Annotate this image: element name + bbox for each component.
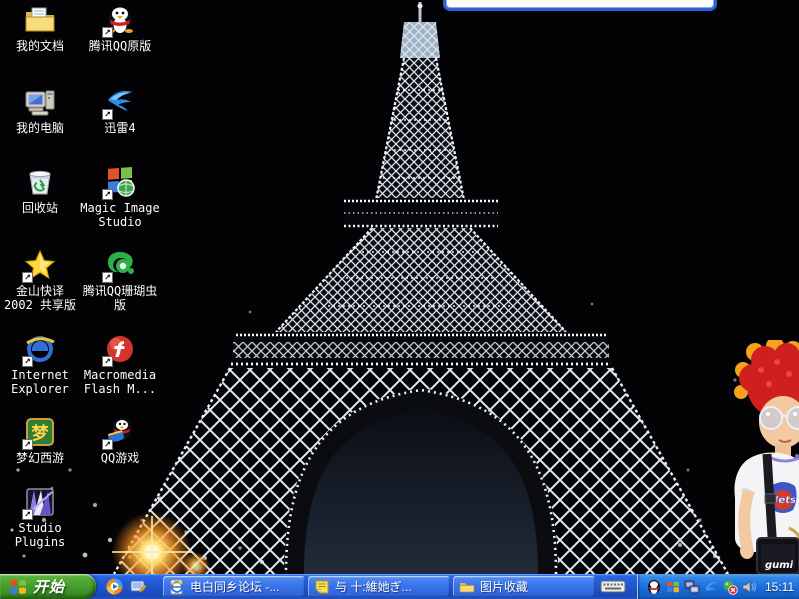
- avatar-hand: [740, 543, 754, 559]
- shortcut-arrow-badge: ↗: [102, 189, 113, 200]
- desktop-icon-qq-coral[interactable]: ↗ 腾讯QQ珊瑚虫 版: [68, 249, 172, 313]
- shortcut-arrow-badge: ↗: [102, 439, 113, 450]
- tray-windows-messenger-icon[interactable]: [665, 579, 681, 595]
- taskbar: 开始: [0, 574, 799, 599]
- shortcut-arrow-badge: ↗: [22, 439, 33, 450]
- tray-qq-icon[interactable]: [646, 579, 662, 595]
- tray-coral-alert-icon[interactable]: [722, 579, 738, 595]
- shortcut-arrow-badge: ↗: [22, 272, 33, 283]
- desktop-icon-label: 迅雷4: [68, 121, 172, 135]
- avatar-sunglasses: [760, 407, 799, 429]
- start-button-label: 开始: [33, 576, 65, 597]
- avatar-bag-text: gumi: [765, 560, 794, 571]
- desktop-icon-studio-plugins[interactable]: ↗ Studio Plugins: [0, 486, 92, 550]
- tray-volume-icon[interactable]: [741, 579, 757, 595]
- windows-logo-icon: [8, 577, 28, 597]
- desktop-icon-xunlei4[interactable]: ↗ 迅雷4: [68, 86, 172, 135]
- shortcut-arrow-badge: ↗: [102, 356, 113, 367]
- shortcut-arrow-badge: ↗: [102, 109, 113, 120]
- my-documents-icon: [24, 4, 56, 36]
- tray-network-icon[interactable]: [684, 579, 700, 595]
- shortcut-arrow-badge: ↗: [22, 509, 33, 520]
- taskbar-button-label: 电白同乡论坛 -...: [190, 578, 279, 595]
- desktop-icon-label: Magic Image Studio: [68, 201, 172, 230]
- shortcut-arrow-badge: ↗: [102, 27, 113, 38]
- desktop-icon-label: QQ游戏: [68, 451, 172, 465]
- tray-thunder-icon[interactable]: [703, 579, 719, 595]
- ie-page-icon: [169, 579, 185, 595]
- tray-clock[interactable]: 15:11: [765, 580, 794, 594]
- svg-text:梦: 梦: [32, 423, 50, 444]
- taskbar-button-label: 图片收藏: [480, 578, 528, 595]
- start-button[interactable]: 开始: [0, 574, 96, 599]
- quick-launch-bar: [100, 576, 147, 597]
- chat-note-icon: [314, 579, 330, 595]
- desktop-avatar-character[interactable]: Nets gumi: [727, 340, 799, 574]
- desktop-icon-label: 腾讯QQ原版: [68, 39, 172, 53]
- desktop-icon-label: Macromedia Flash M...: [68, 368, 172, 397]
- taskbar-button-qq-chat[interactable]: 与 十:維她ぎ...: [308, 576, 450, 597]
- my-computer-icon: [24, 86, 56, 118]
- folder-icon: [459, 579, 475, 595]
- system-tray: 15:11: [637, 574, 799, 599]
- windows-media-player-icon[interactable]: [106, 578, 123, 595]
- desktop-screen: 我的文档 ↗ 腾讯QQ原版 我的电脑 ↗ 迅雷: [0, 0, 799, 599]
- offscreen-window-bottom-edge[interactable]: [443, 0, 717, 11]
- desktop-icon-qq-games[interactable]: ↗ QQ游戏: [68, 416, 172, 465]
- desktop-icon-label: Studio Plugins: [0, 521, 92, 550]
- taskbar-button-forum[interactable]: 电白同乡论坛 -...: [163, 576, 305, 597]
- shortcut-arrow-badge: ↗: [102, 272, 113, 283]
- language-bar-keyboard-icon[interactable]: [600, 578, 626, 595]
- taskbar-button-pictures-folder[interactable]: 图片收藏: [453, 576, 595, 597]
- show-desktop-icon[interactable]: [130, 578, 147, 595]
- avatar-bag: gumi: [757, 538, 799, 574]
- recycle-bin-icon: [24, 166, 56, 198]
- desktop-icon-tencent-qq-original[interactable]: ↗ 腾讯QQ原版: [68, 4, 172, 53]
- desktop-icon-magic-image-studio[interactable]: ↗ Magic Image Studio: [68, 166, 172, 230]
- taskbar-button-label: 与 十:維她ぎ...: [335, 578, 412, 595]
- desktop-icon-macromedia-flash[interactable]: ↗ Macromedia Flash M...: [68, 333, 172, 397]
- desktop-icon-label: 腾讯QQ珊瑚虫 版: [68, 284, 172, 313]
- shortcut-arrow-badge: ↗: [22, 356, 33, 367]
